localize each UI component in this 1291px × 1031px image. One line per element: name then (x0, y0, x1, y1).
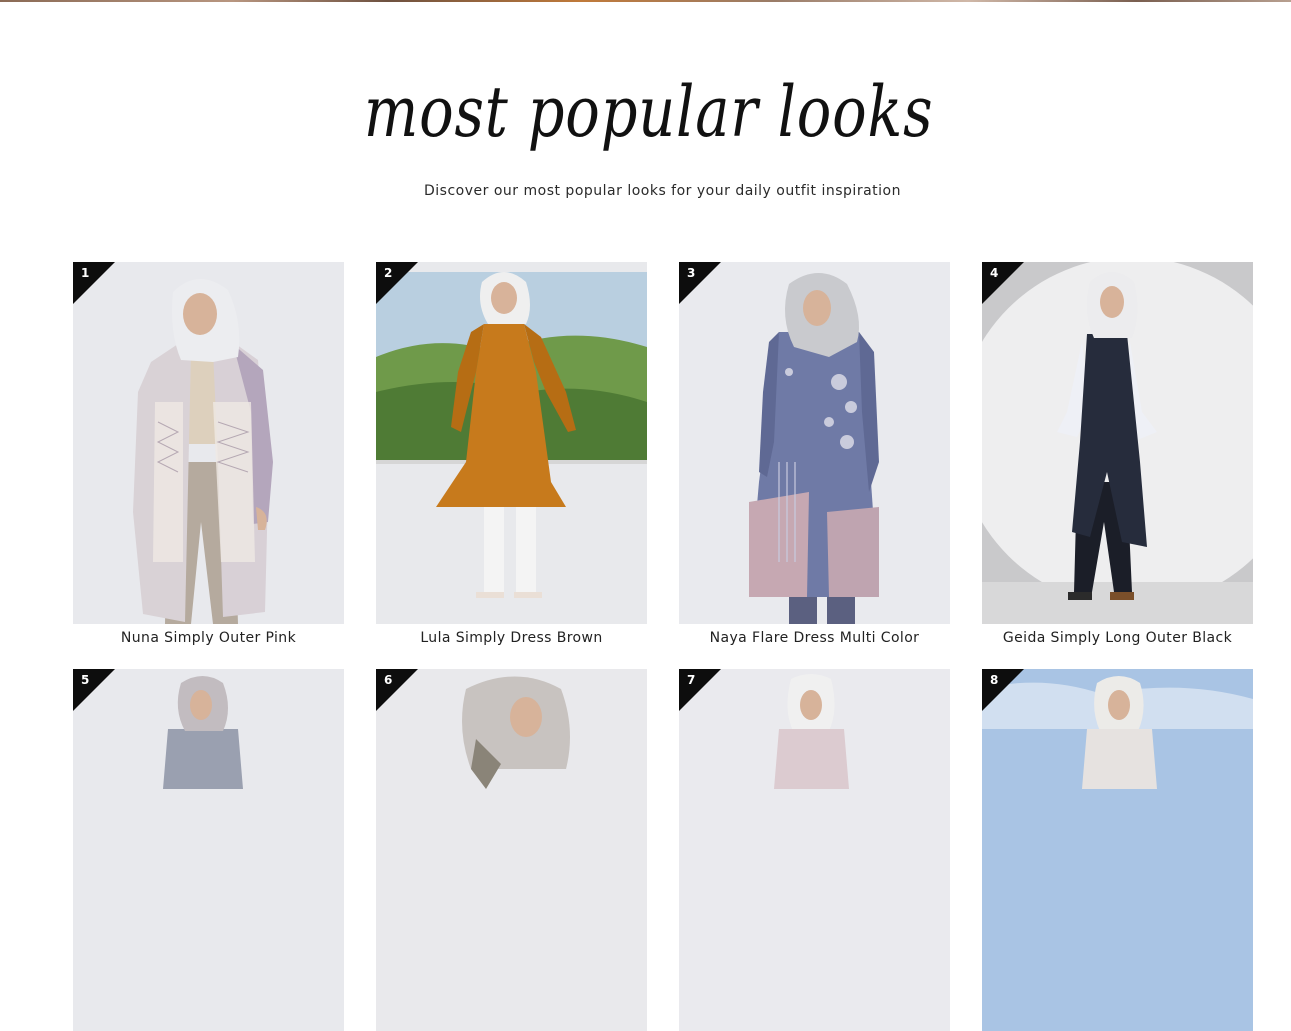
rank-badge (982, 669, 1024, 711)
rank-number: 8 (990, 673, 999, 687)
product-photo[interactable]: 1 (73, 262, 344, 624)
product-name[interactable]: Naya Flare Dress Multi Color (679, 630, 950, 646)
rank-badge (73, 262, 115, 304)
rank-number: 2 (384, 266, 393, 280)
rank-number: 3 (687, 266, 696, 280)
product-photo[interactable]: 3 (679, 262, 950, 624)
product-photo[interactable]: 8 (982, 669, 1253, 1031)
product-photo[interactable]: 2 (376, 262, 647, 624)
product-card[interactable]: 6 (376, 669, 647, 1031)
rank-badge (679, 669, 721, 711)
product-card[interactable]: 2 Lula Simply Dress Brown (376, 262, 647, 646)
product-card[interactable]: 1 Nuna Simply Outer Pink (73, 262, 344, 646)
rank-number: 6 (384, 673, 393, 687)
rank-badge (73, 669, 115, 711)
hero-image-bottom-edge (0, 0, 1291, 2)
product-card[interactable]: 4 Geida Simply Long Outer Black (982, 262, 1253, 646)
product-name[interactable]: Geida Simply Long Outer Black (982, 630, 1253, 646)
rank-number: 5 (81, 673, 90, 687)
rank-number: 7 (687, 673, 696, 687)
product-name[interactable]: Lula Simply Dress Brown (376, 630, 647, 646)
rank-badge (376, 669, 418, 711)
product-card[interactable]: 7 (679, 669, 950, 1031)
product-card[interactable]: 3 Naya Flare Dress Multi Color (679, 262, 950, 646)
rank-number: 1 (81, 266, 90, 280)
product-photo[interactable]: 7 (679, 669, 950, 1031)
product-photo[interactable]: 6 (376, 669, 647, 1031)
section-title: most popular looks (363, 71, 934, 153)
product-photo[interactable]: 4 (982, 262, 1253, 624)
product-card[interactable]: 5 (73, 669, 344, 1031)
section-subtitle: Discover our most popular looks for your… (424, 183, 901, 199)
rank-number: 4 (990, 266, 999, 280)
product-name[interactable]: Nuna Simply Outer Pink (73, 630, 344, 646)
rank-badge (982, 262, 1024, 304)
product-photo[interactable]: 5 (73, 669, 344, 1031)
rank-badge (376, 262, 418, 304)
product-card[interactable]: 8 (982, 669, 1253, 1031)
rank-badge (679, 262, 721, 304)
